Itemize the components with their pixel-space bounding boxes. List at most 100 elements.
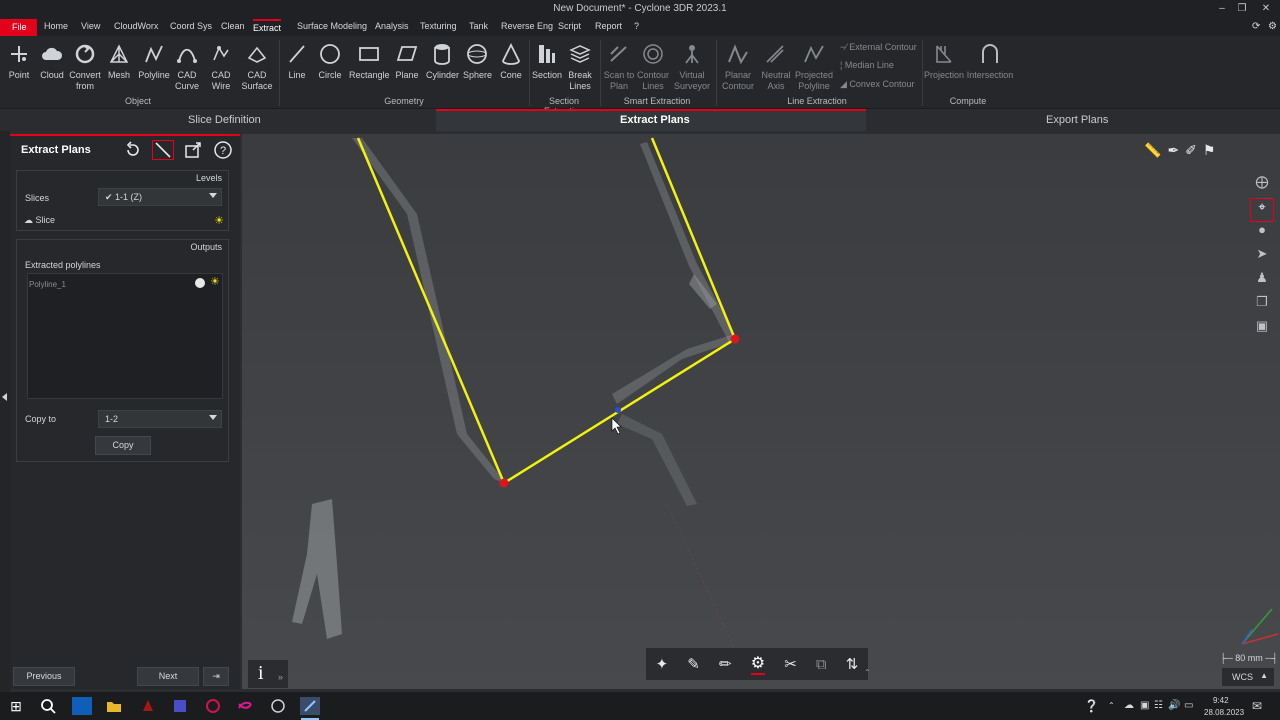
notes-icon[interactable] — [170, 697, 190, 715]
ribbon-median-line-button[interactable]: ¦ Median Line — [840, 60, 894, 70]
ribbon-point-button[interactable]: Point — [6, 42, 32, 81]
list-item[interactable]: Polyline_1 — [29, 280, 66, 289]
surveyor-icon[interactable]: ♟ — [1250, 270, 1274, 294]
menu-clean[interactable]: Clean — [221, 21, 245, 31]
step-extract-plans[interactable]: Extract Plans — [620, 114, 690, 126]
globe-icon[interactable] — [268, 697, 288, 715]
gear-icon[interactable]: ⚙ — [750, 653, 766, 675]
polyline-midpoint[interactable] — [615, 407, 621, 413]
step-export-plans[interactable]: Export Plans — [1046, 114, 1108, 126]
sun-visibility-icon[interactable]: ☀ — [214, 214, 224, 227]
previous-button[interactable]: Previous — [13, 667, 75, 686]
menu-help[interactable]: ? — [634, 21, 639, 31]
menu-report[interactable]: Report — [595, 21, 622, 31]
ribbon-break-lines-button[interactable]: Break Lines — [566, 42, 594, 92]
ribbon-cad-surface-button[interactable]: CAD Surface — [240, 42, 274, 92]
notification-icon[interactable]: ✉ — [1252, 699, 1262, 713]
copy-button[interactable]: Copy — [95, 436, 151, 455]
ribbon-convex-contour-button[interactable]: ◢ Convex Contour — [840, 79, 914, 90]
ribbon-sphere-button[interactable]: Sphere — [463, 42, 492, 81]
menu-cloudworx[interactable]: CloudWorx — [114, 21, 158, 31]
ribbon-planar-contour-button[interactable]: Planar Contour — [720, 42, 756, 92]
info-button[interactable]: i » — [248, 660, 288, 688]
ribbon-convert-from-button[interactable]: Convert from — [68, 42, 102, 92]
ribbon-virtual-surveyor-button[interactable]: Virtual Surveyor — [674, 42, 710, 92]
close-button[interactable]: ✕ — [1256, 1, 1276, 17]
camera-icon[interactable]: ▣ — [1250, 318, 1274, 342]
network-icon[interactable]: ☷ — [1154, 700, 1163, 711]
ribbon-polyline-button[interactable]: Polyline — [137, 42, 171, 81]
slices-dropdown[interactable]: ✔ 1-1 (Z) — [98, 188, 222, 206]
ribbon-projection-button[interactable]: Projection — [924, 42, 964, 81]
volume-icon[interactable]: 🔊 — [1168, 700, 1180, 711]
menu-file[interactable]: File — [0, 19, 37, 36]
ribbon-projected-polyline-button[interactable]: Projected Polyline — [795, 42, 833, 92]
menu-script[interactable]: Script — [558, 21, 581, 31]
ribbon-cone-button[interactable]: Cone — [497, 42, 525, 81]
extracted-polyline[interactable] — [356, 137, 737, 485]
outlook-icon[interactable] — [72, 697, 92, 715]
help-icon[interactable]: ❔ — [1084, 699, 1099, 713]
link-icon[interactable] — [235, 697, 255, 715]
refresh-icon[interactable]: ⟳ — [1252, 21, 1260, 32]
search-icon[interactable] — [38, 697, 58, 715]
ruler-icon[interactable]: 📏 — [1144, 142, 1161, 162]
minimize-button[interactable]: – — [1212, 1, 1232, 17]
ribbon-scan-to-plan-button[interactable]: Scan to Plan — [603, 42, 635, 92]
tag-icon[interactable]: ⚑ — [1203, 142, 1216, 162]
cyclone-3dr-icon[interactable] — [300, 697, 320, 715]
navigate-icon[interactable]: ⨁ — [1250, 174, 1274, 198]
app-icon[interactable] — [138, 697, 158, 715]
exit-icon[interactable]: ⇥ — [203, 667, 229, 686]
cyclone-icon[interactable] — [203, 697, 223, 715]
sun-visibility-icon[interactable]: ☀ — [210, 275, 220, 288]
fit-view-icon[interactable]: ⌖ — [1250, 198, 1274, 222]
battery-icon[interactable]: ▭ — [1184, 700, 1193, 711]
ribbon-plane-button[interactable]: Plane — [393, 42, 421, 81]
ribbon-neutral-axis-button[interactable]: Neutral Axis — [760, 42, 792, 92]
ribbon-circle-button[interactable]: Circle — [316, 42, 344, 81]
menu-extract[interactable]: Extract — [253, 19, 282, 33]
magic-wand-icon[interactable]: ✦ — [656, 655, 669, 673]
coord-system-selector[interactable]: WCS ▲ — [1222, 668, 1274, 686]
ribbon-rectangle-button[interactable]: Rectangle — [349, 42, 390, 81]
pencil-icon[interactable]: ✎ — [687, 655, 700, 673]
ribbon-mesh-button[interactable]: Mesh — [106, 42, 132, 81]
next-button[interactable]: Next — [137, 667, 199, 686]
folder-icon[interactable] — [104, 697, 124, 715]
draw-line-icon[interactable] — [152, 140, 174, 160]
monitor-icon[interactable]: ▣ — [1140, 700, 1149, 711]
ribbon-cad-wire-button[interactable]: CAD Wire — [208, 42, 234, 92]
ribbon-section-button[interactable]: Section — [532, 42, 562, 81]
pen-plus-icon[interactable]: ✐ — [1185, 142, 1197, 162]
step-slice-definition[interactable]: Slice Definition — [188, 114, 261, 126]
copy-icon[interactable]: ⧉ — [816, 656, 827, 673]
export-icon[interactable] — [182, 140, 204, 160]
clock-date[interactable]: 28.08.2023 — [1204, 708, 1244, 717]
cloud-sync-icon[interactable]: ☁ — [1124, 700, 1134, 711]
ribbon-cloud-button[interactable]: Cloud — [38, 42, 66, 81]
windows-start-icon[interactable]: ⊞ — [6, 697, 26, 715]
menu-view[interactable]: View — [81, 21, 100, 31]
chevron-up-icon[interactable]: ⌃ — [864, 668, 871, 677]
3d-viewport[interactable]: 📏 ✒ ✐ ⚑ ⨁ ⌖ ● ➤ ♟ ❐ ▣ i » ✦ ✎ ✏ ⚙ ✂ ⧉ ⇅ … — [242, 134, 1280, 689]
menu-home[interactable]: Home — [44, 21, 68, 31]
collapse-sidebar-strip[interactable] — [0, 131, 10, 692]
menu-surface-modeling[interactable]: Surface Modeling — [297, 21, 367, 31]
reset-icon[interactable] — [122, 140, 144, 160]
swap-icon[interactable]: ⇅ — [846, 655, 859, 673]
scissors-icon[interactable]: ✂ — [784, 655, 797, 673]
menu-reverse-eng[interactable]: Reverse Eng — [501, 21, 553, 31]
menu-tank[interactable]: Tank — [469, 21, 488, 31]
ribbon-intersection-button[interactable]: Intersection — [966, 42, 1014, 81]
color-swatch[interactable] — [195, 278, 205, 288]
send-icon[interactable]: ➤ — [1250, 246, 1274, 270]
cube-view-icon[interactable]: ❐ — [1250, 294, 1274, 318]
polyline-vertex[interactable] — [730, 334, 740, 344]
ribbon-line-button[interactable]: Line — [284, 42, 310, 81]
slice-item[interactable]: ☁ Slice — [24, 215, 55, 226]
pencil-edit-icon[interactable]: ✏ — [719, 655, 732, 673]
ribbon-external-contour-button[interactable]: −∕ External Contour — [840, 42, 917, 52]
copy-to-dropdown[interactable]: 1-2 — [98, 410, 222, 428]
ribbon-cad-curve-button[interactable]: CAD Curve — [174, 42, 200, 92]
